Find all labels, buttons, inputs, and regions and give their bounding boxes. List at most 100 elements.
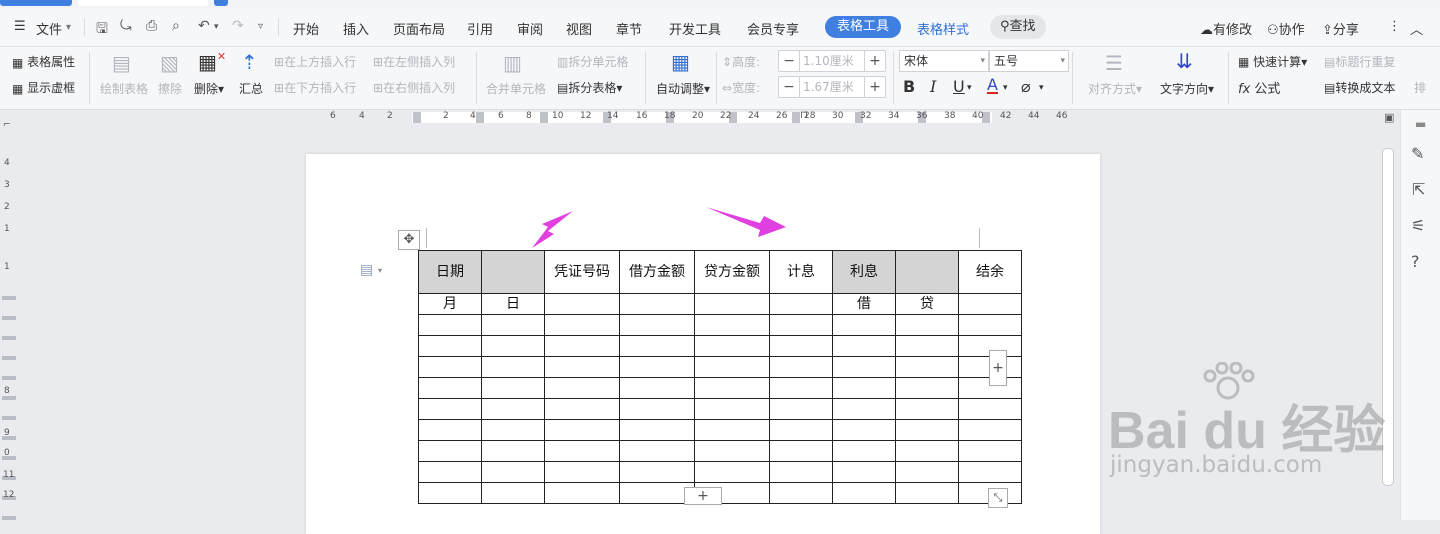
- table-cell[interactable]: 贷方金额: [694, 250, 770, 294]
- height-value[interactable]: 1.10厘米: [803, 51, 854, 71]
- width-stepper[interactable]: − 1.67厘米 +: [778, 76, 886, 98]
- formula-button[interactable]: fx 公式: [1238, 78, 1280, 97]
- table-cell[interactable]: [619, 314, 695, 336]
- table-cell[interactable]: [544, 461, 620, 483]
- table-cell[interactable]: [694, 419, 770, 441]
- text-direction-button[interactable]: 文字方向▾: [1160, 80, 1214, 97]
- add-column-button[interactable]: +: [989, 350, 1007, 386]
- table-cell[interactable]: [544, 293, 620, 315]
- table-cell[interactable]: [481, 461, 545, 483]
- table-cell[interactable]: [895, 482, 959, 504]
- tab-view[interactable]: 视图: [566, 19, 592, 38]
- table-cell[interactable]: [832, 356, 896, 378]
- table-cell[interactable]: [832, 335, 896, 357]
- tab-developer[interactable]: 开发工具: [669, 19, 721, 38]
- height-increment[interactable]: +: [864, 51, 885, 71]
- table-cell[interactable]: [769, 293, 833, 315]
- ruler-row-markers[interactable]: [2, 280, 16, 520]
- ruler-column-marker[interactable]: [476, 112, 484, 123]
- split-cells-button[interactable]: ▥拆分单元格: [557, 53, 628, 70]
- table-cell[interactable]: [418, 314, 482, 336]
- table-cell[interactable]: [544, 440, 620, 462]
- table-cell[interactable]: [481, 314, 545, 336]
- help-icon[interactable]: ?: [1411, 252, 1420, 271]
- table-cell[interactable]: [694, 377, 770, 399]
- table-cell[interactable]: [832, 398, 896, 420]
- chevron-down-icon[interactable]: ▾: [66, 22, 71, 33]
- eraser-button[interactable]: 擦除: [158, 80, 182, 97]
- table-cell[interactable]: [769, 482, 833, 504]
- split-table-button[interactable]: ▤拆分表格▾: [557, 79, 622, 96]
- width-decrement[interactable]: −: [779, 77, 800, 97]
- table-cell[interactable]: [958, 314, 1022, 336]
- table-cell[interactable]: [769, 377, 833, 399]
- table-cell[interactable]: [418, 482, 482, 504]
- share-button[interactable]: ⇪分享: [1322, 19, 1359, 38]
- paragraph-icon[interactable]: ▤: [360, 262, 373, 278]
- search-button[interactable]: ⚲查找: [990, 15, 1046, 39]
- table-cell[interactable]: [694, 398, 770, 420]
- table-cell[interactable]: [619, 377, 695, 399]
- table-cell[interactable]: [544, 356, 620, 378]
- font-size-select[interactable]: 五号 ▾: [989, 50, 1069, 72]
- table-cell[interactable]: [418, 335, 482, 357]
- cursor-icon[interactable]: ⇱: [1412, 180, 1425, 199]
- collapse-panel-icon[interactable]: ▬: [1415, 117, 1426, 131]
- draw-table-button[interactable]: 绘制表格: [100, 80, 148, 97]
- ledger-table[interactable]: 日期 凭证号码 借方金额 贷方金额 计息 利息 结余 月 日 借 贷: [418, 250, 1022, 504]
- font-color-icon[interactable]: A: [987, 77, 998, 94]
- ruler-column-marker[interactable]: [792, 112, 800, 123]
- italic-icon[interactable]: I: [930, 77, 936, 96]
- table-cell[interactable]: [895, 461, 959, 483]
- tab-section[interactable]: 章节: [616, 19, 642, 38]
- underline-icon[interactable]: U: [953, 77, 965, 96]
- height-decrement[interactable]: −: [779, 51, 800, 71]
- table-cell[interactable]: [832, 314, 896, 336]
- tab-references[interactable]: 引用: [467, 19, 493, 38]
- height-stepper[interactable]: − 1.10厘米 +: [778, 50, 886, 72]
- table-cell[interactable]: 日期: [418, 250, 482, 294]
- collaborate-button[interactable]: ⚇协作: [1267, 19, 1305, 38]
- table-cell[interactable]: [544, 377, 620, 399]
- tab-table-style[interactable]: 表格样式: [917, 19, 969, 38]
- undo-icon[interactable]: ↶: [198, 18, 210, 34]
- table-cell[interactable]: [694, 440, 770, 462]
- ruler-column-marker[interactable]: [413, 112, 421, 123]
- table-cell[interactable]: [832, 482, 896, 504]
- auto-adjust-button[interactable]: 自动调整▾: [656, 80, 710, 97]
- table-cell[interactable]: 利息: [832, 250, 896, 294]
- tab-review[interactable]: 审阅: [517, 19, 543, 38]
- table-cell[interactable]: [544, 314, 620, 336]
- table-cell[interactable]: [418, 356, 482, 378]
- settings-sliders-icon[interactable]: ⚟: [1411, 216, 1425, 235]
- table-cell[interactable]: [895, 314, 959, 336]
- width-value[interactable]: 1.67厘米: [803, 77, 854, 97]
- quick-calc-button[interactable]: ▦ 快速计算▾: [1238, 53, 1307, 70]
- table-resize-handle[interactable]: ⤡: [988, 488, 1008, 508]
- show-grid-button[interactable]: ▦ 显示虚框: [12, 79, 75, 96]
- table-cell[interactable]: [958, 293, 1022, 315]
- table-cell[interactable]: [544, 482, 620, 504]
- table-cell[interactable]: [544, 419, 620, 441]
- more-options-icon[interactable]: ⋮: [1388, 19, 1401, 34]
- menu-icon[interactable]: ☰: [14, 19, 26, 34]
- table-cell[interactable]: [418, 398, 482, 420]
- table-cell[interactable]: [481, 398, 545, 420]
- table-cell[interactable]: [619, 461, 695, 483]
- more-button[interactable]: 排: [1414, 79, 1426, 96]
- to-text-button[interactable]: ▤转换成文本: [1324, 79, 1395, 96]
- table-cell[interactable]: [694, 461, 770, 483]
- table-cell[interactable]: [895, 377, 959, 399]
- table-move-handle[interactable]: ✥: [398, 230, 420, 250]
- table-cell[interactable]: [619, 440, 695, 462]
- table-cell[interactable]: [619, 419, 695, 441]
- table-cell[interactable]: [694, 356, 770, 378]
- insert-below-button[interactable]: ⊞在下方插入行: [274, 79, 356, 96]
- table-cell[interactable]: [694, 314, 770, 336]
- horizontal-ruler[interactable]: 6 4 2 2 4 6 8 10 12 14 16 18 20 22 24 26…: [0, 110, 1400, 126]
- insert-above-button[interactable]: ⊞在上方插入行: [274, 53, 356, 70]
- table-cell[interactable]: [619, 293, 695, 315]
- underline-dropdown-icon[interactable]: ▾: [967, 83, 972, 93]
- table-cell[interactable]: [769, 419, 833, 441]
- font-color-dropdown-icon[interactable]: ▾: [1003, 83, 1008, 93]
